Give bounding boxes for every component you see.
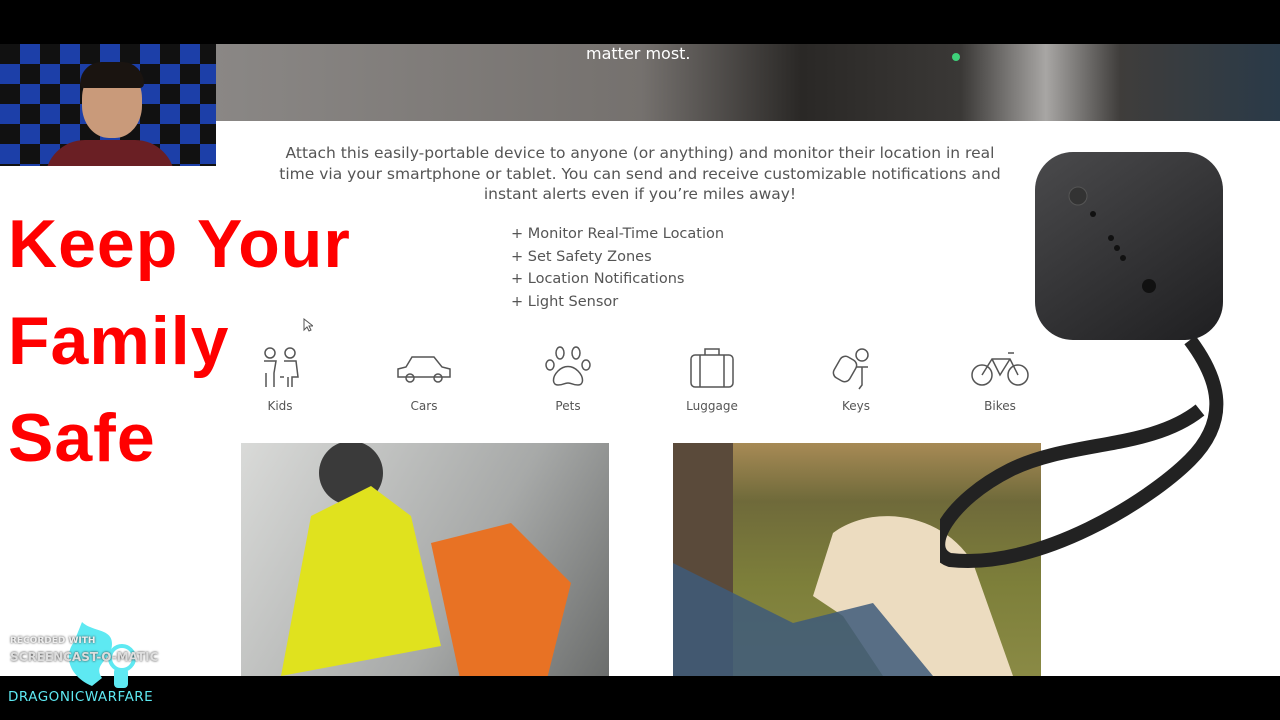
paw-icon — [545, 346, 591, 386]
headline-line: Family — [8, 303, 230, 379]
hero-text: matter most. — [586, 44, 691, 63]
feature-item: + Set Safety Zones — [511, 248, 652, 265]
category-label: Pets — [555, 399, 581, 413]
luggage-icon — [690, 348, 734, 388]
category-label: Cars — [410, 399, 438, 413]
device-led — [952, 53, 960, 61]
recorder-watermark-brand: SCREENCAST-O-MATIC — [10, 650, 159, 664]
headline-line: Keep Your — [8, 206, 351, 282]
person-body — [45, 140, 175, 166]
category-label: Keys — [841, 399, 870, 413]
category-pets[interactable]: Pets — [518, 345, 618, 413]
webcam-overlay — [0, 44, 216, 166]
feature-list: + Monitor Real-Time Location + Set Safet… — [511, 223, 724, 313]
device-buttons — [1068, 186, 1156, 293]
category-label: Luggage — [686, 399, 738, 413]
device-strap — [940, 335, 1224, 568]
category-cars[interactable]: Cars — [374, 345, 474, 413]
feature-item: + Monitor Real-Time Location — [511, 226, 725, 242]
feature-item: + Light Sensor — [511, 293, 619, 310]
gps-tracker-device — [1035, 152, 1223, 340]
bottom-letterbox — [0, 676, 1280, 720]
cyclist-photo — [241, 443, 609, 676]
hero-banner-image: matter most. — [216, 44, 1280, 121]
recorder-watermark-small: RECORDED WITH — [10, 636, 96, 646]
feature-item: + Location Notifications — [511, 271, 685, 287]
mouse-cursor-icon — [303, 318, 313, 332]
person-hair — [80, 62, 144, 88]
cyclist-illustration — [281, 443, 571, 676]
product-description: Attach this easily-portable device to an… — [279, 144, 1001, 203]
channel-name: DRAGONICWARFARE — [8, 689, 154, 705]
car-icon — [397, 356, 451, 383]
keys-icon — [832, 348, 869, 390]
category-keys[interactable]: Keys — [806, 345, 906, 413]
category-luggage[interactable]: Luggage — [662, 345, 762, 413]
top-letterbox — [0, 0, 1280, 44]
